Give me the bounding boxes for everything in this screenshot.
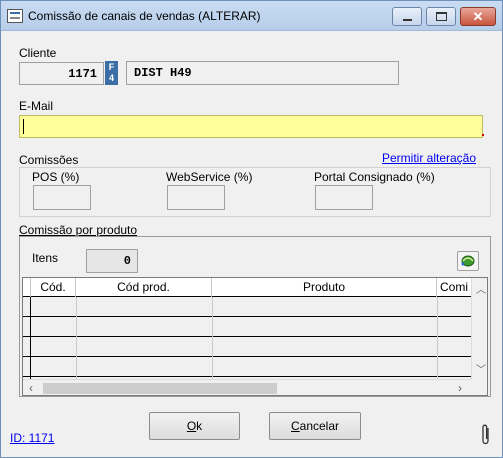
column-comissao[interactable]: Comi (437, 278, 471, 297)
scroll-down-icon[interactable]: ﹀ (476, 361, 486, 376)
row-indicator-header (23, 278, 31, 297)
cliente-name-field: DIST H49 (126, 61, 399, 85)
window-title: Comissão de canais de vendas (ALTERAR) (28, 9, 261, 23)
cancel-label-rest: ancelar (299, 419, 340, 433)
scroll-left-icon[interactable]: ‹ (29, 381, 33, 395)
minimize-icon (403, 19, 412, 21)
title-bar[interactable]: Comissão de canais de vendas (ALTERAR) ✕ (1, 1, 502, 31)
refresh-button[interactable] (457, 251, 479, 271)
column-divider (76, 297, 77, 379)
produtos-grid[interactable]: Cód. Cód prod. Produto Comi ︿ ﹀ ‹ › (22, 277, 488, 396)
maximize-icon (436, 12, 447, 21)
column-divider (437, 297, 438, 379)
scroll-corner (471, 379, 487, 395)
table-row[interactable] (23, 297, 471, 317)
close-button[interactable]: ✕ (460, 7, 496, 26)
itens-count: 0 (86, 249, 138, 273)
cancel-mnemonic: C (290, 419, 300, 433)
dialog-window: Comissão de canais de vendas (ALTERAR) ✕… (0, 0, 503, 458)
pos-label: POS (%) (32, 170, 80, 184)
refresh-icon (461, 255, 475, 267)
ok-mnemonic: O (186, 419, 197, 433)
scroll-up-icon[interactable]: ︿ (476, 281, 486, 296)
paperclip-icon[interactable] (481, 424, 491, 446)
cliente-lookup-button[interactable]: F4 (105, 61, 118, 85)
text-caret (23, 119, 24, 134)
id-link[interactable]: ID: 1171 (10, 431, 54, 445)
cancel-button[interactable]: Cancelar (269, 412, 361, 440)
table-row[interactable] (23, 337, 471, 357)
portal-consignado-input[interactable] (315, 185, 373, 210)
horizontal-scroll-thumb[interactable] (43, 383, 277, 394)
close-icon: ✕ (472, 9, 484, 24)
pos-input[interactable] (33, 185, 91, 210)
cliente-name-value: DIST H49 (134, 66, 192, 80)
column-divider (212, 297, 213, 379)
table-row[interactable] (23, 357, 471, 377)
column-produto[interactable]: Produto (212, 278, 437, 297)
ok-label-rest: k (196, 419, 203, 433)
email-input[interactable] (19, 115, 483, 138)
maximize-button[interactable] (426, 7, 456, 26)
vertical-scrollbar[interactable]: ︿ ﹀ (471, 278, 487, 379)
table-row[interactable] (23, 317, 471, 337)
permitir-alteracao-link[interactable]: Permitir alteração (382, 151, 476, 165)
webservice-label: WebService (%) (166, 170, 253, 184)
grid-header: Cód. Cód prod. Produto Comi (23, 278, 471, 297)
portal-consignado-label: Portal Consignado (%) (314, 170, 435, 184)
horizontal-scrollbar[interactable]: ‹ › (23, 379, 471, 395)
app-icon[interactable] (7, 9, 23, 23)
lookup-key-label: F4 (108, 62, 115, 83)
produto-section-label: Comissão por produto (19, 223, 138, 237)
webservice-input[interactable] (167, 185, 225, 210)
column-cod-prod[interactable]: Cód prod. (76, 278, 212, 297)
minimize-button[interactable] (392, 7, 422, 26)
email-label: E-Mail (19, 99, 54, 113)
itens-label: Itens (32, 251, 59, 265)
cliente-code-value: 1171 (68, 67, 97, 81)
scroll-right-icon[interactable]: › (458, 381, 462, 395)
ok-button[interactable]: Ok (149, 412, 240, 440)
column-cod[interactable]: Cód. (31, 278, 76, 297)
comissoes-label: Comissões (19, 153, 79, 167)
required-marker (482, 134, 484, 136)
cliente-code-field[interactable]: 1171 (19, 62, 104, 85)
cliente-label: Cliente (19, 46, 57, 60)
